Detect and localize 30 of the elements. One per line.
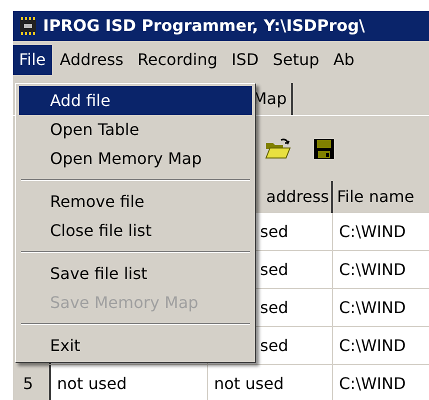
menu-bar-item[interactable]: Setup — [266, 45, 326, 75]
table-cell-text: C:\WIND — [339, 296, 406, 318]
table-cell-text: 5 — [23, 372, 34, 394]
column-header: address — [266, 186, 329, 208]
menu-item[interactable]: Open Memory Map — [19, 144, 252, 173]
table-cell-text: sed — [260, 220, 288, 242]
table-cell-text: C:\WIND — [339, 220, 406, 242]
menu-item[interactable]: Remove file — [19, 187, 252, 216]
menu-bar-item[interactable]: Ab — [327, 45, 360, 75]
table-cell-text: C:\WIND — [339, 372, 406, 394]
menu-bar-item[interactable]: Address — [54, 45, 130, 75]
table-cell-text: C:\WIND — [339, 258, 406, 280]
table-cell-text: not used — [214, 372, 284, 394]
menu-bar-item[interactable]: ISD — [226, 45, 265, 75]
menu-bar-item[interactable]: Recording — [132, 45, 224, 75]
table-cell-text: sed — [260, 258, 288, 280]
table-cell-text: C:\WIND — [339, 334, 406, 356]
menu-item[interactable]: Open Table — [19, 115, 252, 144]
table-cell-text: sed — [260, 334, 288, 356]
table-cell-text: not used — [57, 372, 127, 394]
menu-item[interactable]: Save file list — [19, 259, 252, 288]
menu-item[interactable]: Close file list — [19, 216, 252, 245]
open-folder-icon[interactable] — [265, 138, 291, 160]
table-cell-text: sed — [260, 296, 288, 318]
menu-bar-item[interactable]: File — [13, 45, 52, 75]
chip-icon — [17, 16, 39, 36]
window-title: IPROG ISD Programmer, Y:\ISDProg\ — [43, 15, 365, 37]
column-header: File name — [337, 186, 414, 208]
menu-item[interactable]: Add file — [19, 86, 252, 115]
menu-item[interactable]: Exit — [19, 331, 252, 360]
